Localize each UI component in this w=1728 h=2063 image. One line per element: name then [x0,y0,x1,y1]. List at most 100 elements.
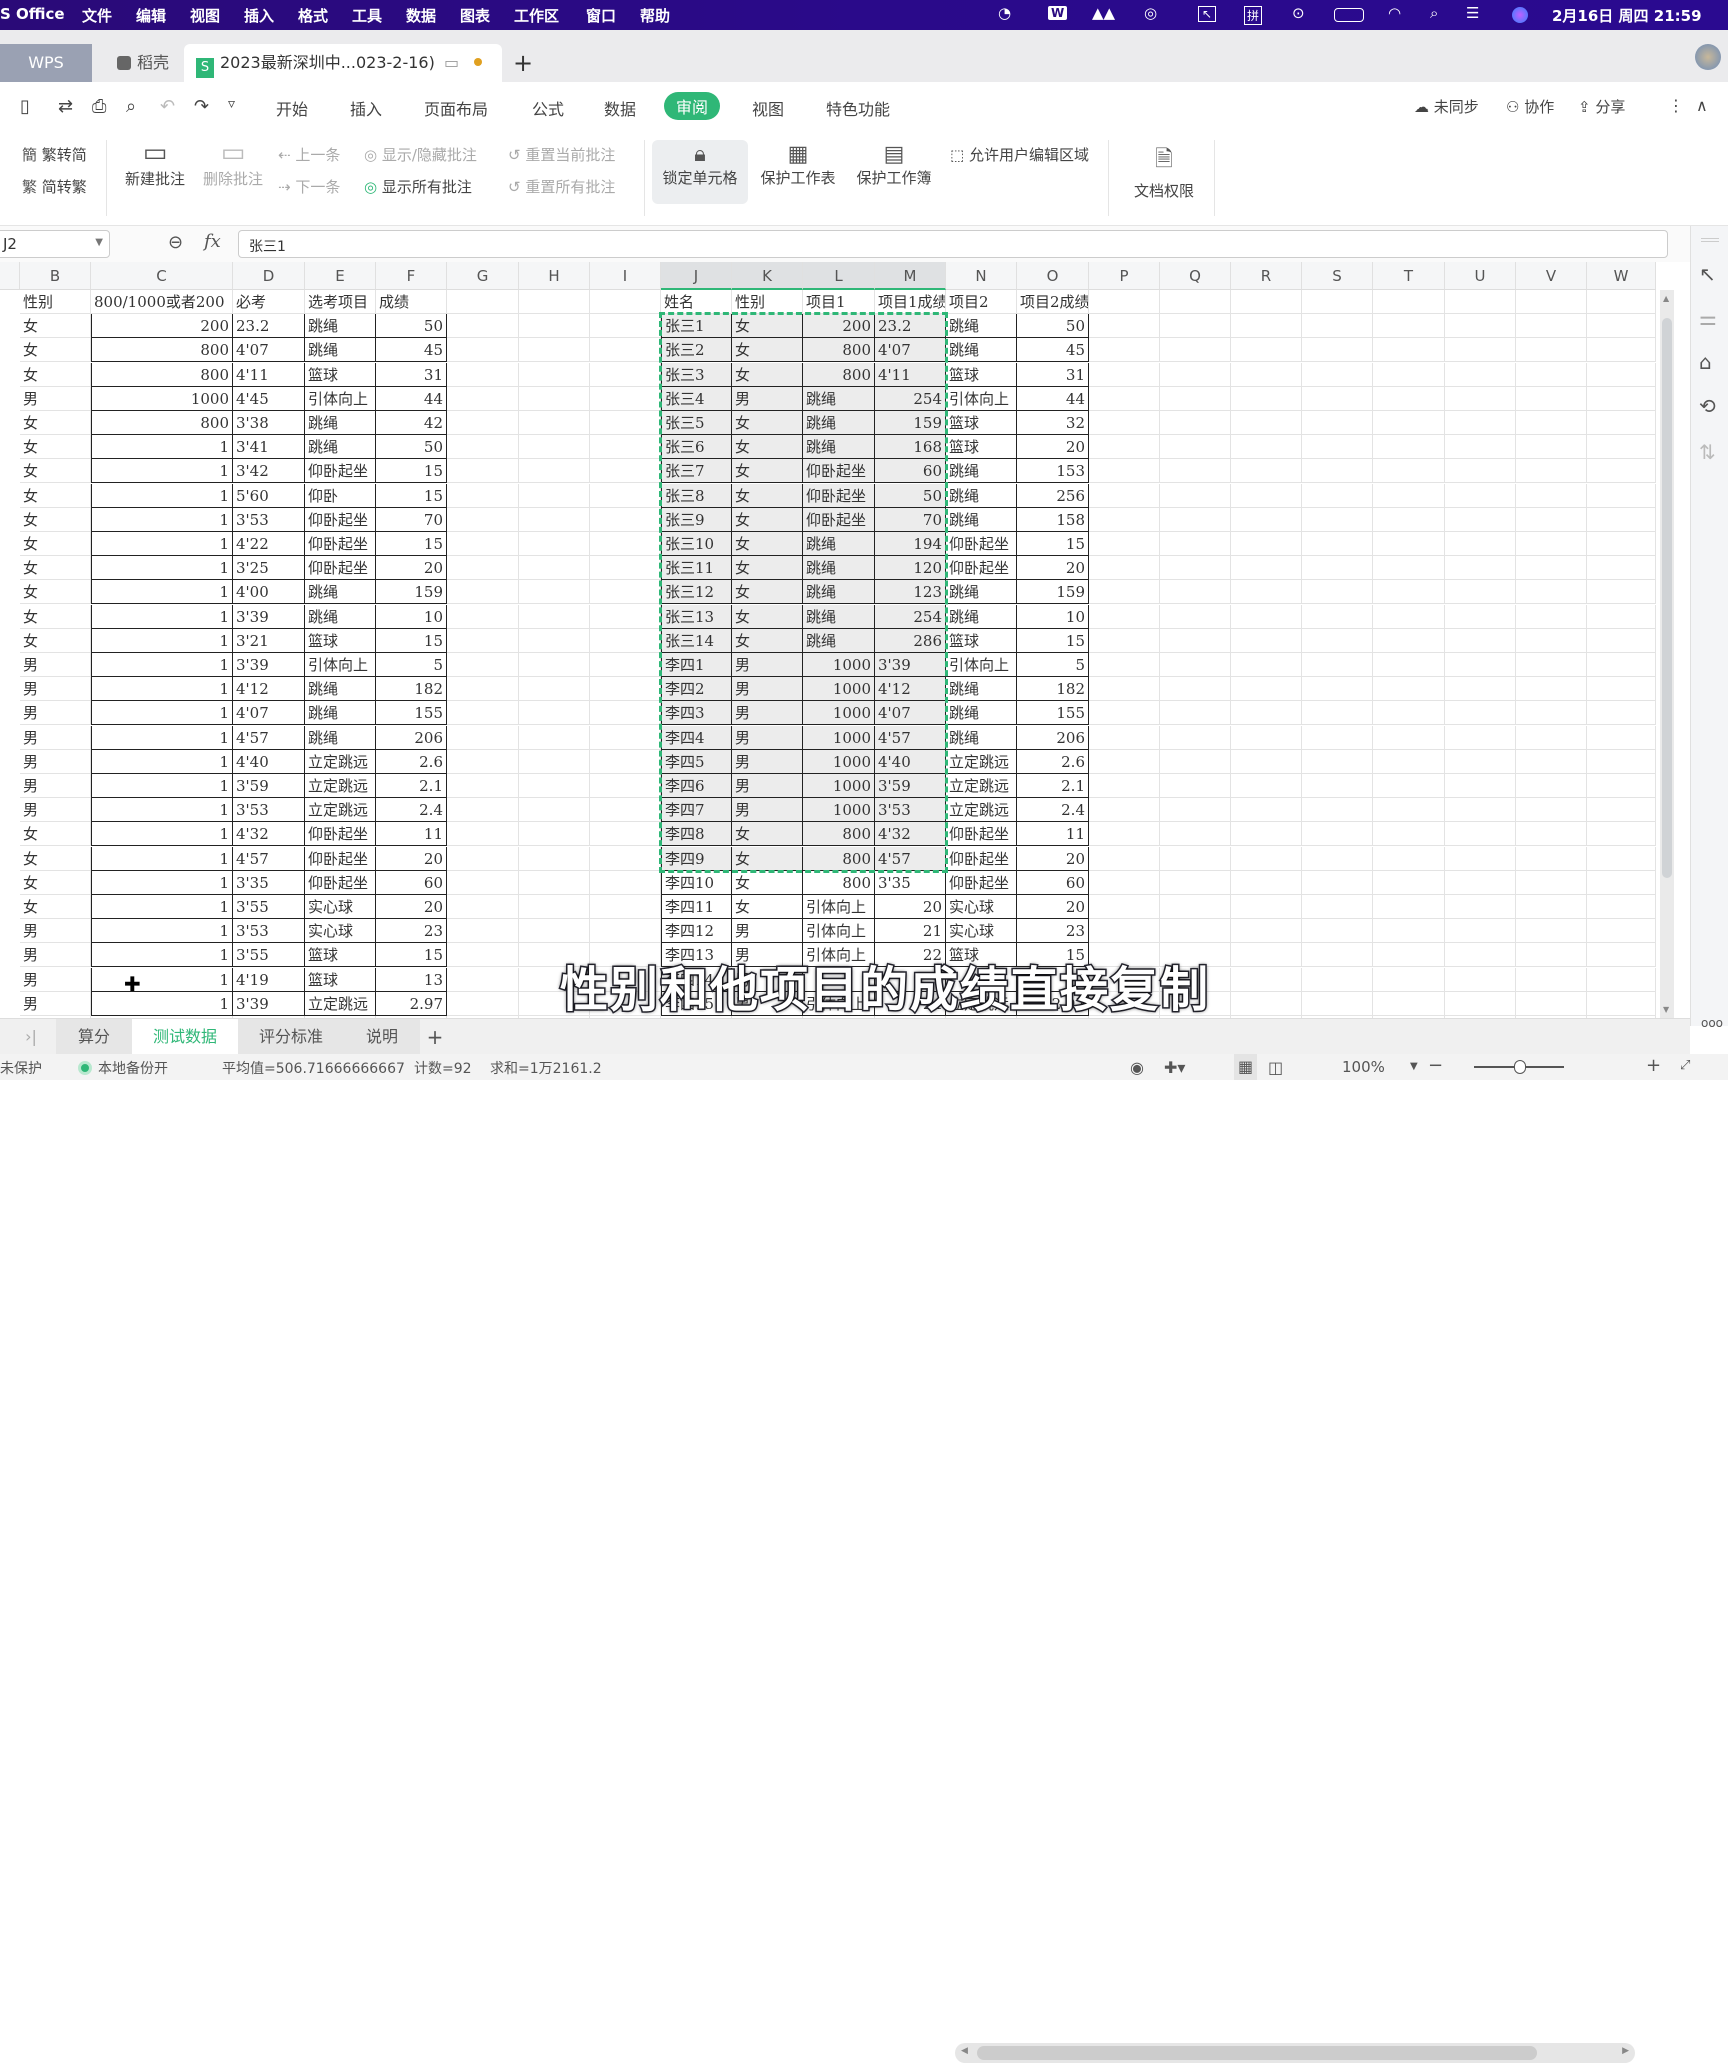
table-cell[interactable]: 206 [1017,725,1089,750]
empty-cell[interactable] [447,677,519,702]
table-cell[interactable]: 800 [91,411,233,435]
empty-cell[interactable] [447,967,519,992]
table-cell[interactable]: 男 [732,774,803,798]
menu-data[interactable]: 数据 [406,5,436,26]
empty-cell[interactable] [1231,677,1302,702]
table-cell[interactable]: 跳绳 [305,725,376,750]
empty-cell[interactable] [1445,604,1516,629]
table-cell[interactable]: 女 [732,822,803,847]
user-avatar[interactable] [1695,44,1721,70]
menu-insert[interactable]: 插入 [244,5,274,26]
scroll-up-icon[interactable]: ▲ [1663,294,1669,303]
table-cell[interactable]: 1000 [803,725,875,750]
tab-wps-home[interactable]: WPS [0,44,92,82]
empty-cell[interactable] [1373,459,1445,484]
table-cell[interactable]: 3'53 [875,798,946,823]
empty-cell[interactable] [1587,435,1656,460]
empty-cell[interactable] [519,677,590,702]
empty-cell[interactable] [1302,919,1373,944]
table-cell[interactable]: 206 [376,725,447,750]
table-cell[interactable]: 跳绳 [946,483,1017,508]
table-cell[interactable]: 1 [91,991,233,1016]
ribbon-tab-page-layout[interactable]: 页面布局 [424,96,488,120]
empty-cell[interactable] [590,677,661,702]
empty-cell[interactable] [1089,846,1160,871]
empty-cell[interactable] [519,774,590,798]
empty-cell[interactable] [1160,435,1231,460]
empty-cell[interactable] [1445,628,1516,653]
table-cell[interactable]: 1 [91,459,233,484]
table-cell[interactable]: 254 [875,386,946,411]
empty-cell[interactable] [1445,846,1516,871]
empty-cell[interactable] [1587,895,1656,919]
share-button[interactable]: ⇪ 分享 [1578,96,1625,117]
empty-cell[interactable] [1231,943,1302,968]
empty-cell[interactable] [1516,677,1587,702]
empty-cell[interactable] [519,556,590,581]
quick-access-dropdown-icon[interactable]: ▿ [228,96,235,112]
table-cell[interactable]: 2.1 [376,774,447,798]
table-cell[interactable]: 男 [20,701,91,726]
empty-cell[interactable] [1089,435,1160,460]
empty-cell[interactable] [1231,967,1302,992]
empty-cell[interactable] [590,290,661,314]
table-cell[interactable]: 女 [20,411,91,435]
zoom-in-icon[interactable]: + [1646,1055,1661,1076]
empty-cell[interactable] [519,459,590,484]
empty-cell[interactable] [1160,774,1231,798]
sync-button[interactable]: ☁ 未同步 [1414,96,1479,117]
table-cell[interactable]: 44 [1017,386,1089,411]
empty-cell[interactable] [1302,991,1373,1016]
table-cell[interactable]: 11 [376,822,447,847]
empty-cell[interactable] [1516,701,1587,726]
empty-cell[interactable] [1160,846,1231,871]
table-cell[interactable]: 10 [1017,604,1089,629]
more-icon[interactable]: ⋮ [1668,96,1684,115]
table-cell[interactable]: 3'35 [233,870,305,895]
table-cell[interactable]: 800 [803,362,875,387]
table-cell[interactable]: 15 [1017,628,1089,653]
empty-cell[interactable] [1373,895,1445,919]
header-cell[interactable]: 800/1000或者200 [91,290,233,314]
table-cell[interactable]: 50 [875,483,946,508]
table-cell[interactable]: 2.1 [1017,774,1089,798]
table-cell[interactable]: 仰卧起坐 [305,846,376,871]
table-cell[interactable]: 张三12 [661,580,732,605]
empty-cell[interactable] [1089,386,1160,411]
table-cell[interactable]: 跳绳 [946,701,1017,726]
empty-cell[interactable] [1516,386,1587,411]
empty-cell[interactable] [590,459,661,484]
table-cell[interactable]: 跳绳 [946,677,1017,702]
empty-cell[interactable] [447,653,519,677]
vertical-scroll-thumb[interactable] [1662,318,1672,878]
table-cell[interactable]: 男 [732,701,803,726]
fullscreen-icon[interactable]: ⤢ [1680,1058,1690,1073]
table-cell[interactable]: 女 [20,895,91,919]
table-cell[interactable]: 仰卧起坐 [803,507,875,532]
empty-cell[interactable] [1089,895,1160,919]
empty-cell[interactable] [590,435,661,460]
control-center-icon[interactable]: ☰ [1466,4,1479,22]
empty-cell[interactable] [1089,507,1160,532]
empty-cell[interactable] [447,556,519,581]
table-cell[interactable]: 李四8 [661,822,732,847]
table-cell[interactable]: 男 [20,919,91,944]
battery-icon[interactable] [1334,8,1364,22]
table-cell[interactable]: 4'12 [875,677,946,702]
table-cell[interactable]: 女 [20,846,91,871]
play-icon[interactable]: ⊙ [1292,4,1305,22]
table-cell[interactable]: 跳绳 [803,411,875,435]
table-cell[interactable]: 800 [91,362,233,387]
empty-cell[interactable] [1089,411,1160,435]
empty-cell[interactable] [1445,677,1516,702]
empty-cell[interactable] [1231,725,1302,750]
table-cell[interactable]: 159 [376,580,447,605]
print-preview-icon[interactable]: ⌕ [126,96,136,117]
header-cell[interactable]: 项目2成绩 [1017,290,1089,314]
table-cell[interactable]: 引体向上 [946,653,1017,677]
empty-cell[interactable] [519,725,590,750]
collab-button[interactable]: ⚇ 协作 [1506,96,1554,117]
history-icon[interactable]: ⟲ [1699,394,1716,418]
table-cell[interactable]: 168 [875,435,946,460]
empty-cell[interactable] [1302,725,1373,750]
